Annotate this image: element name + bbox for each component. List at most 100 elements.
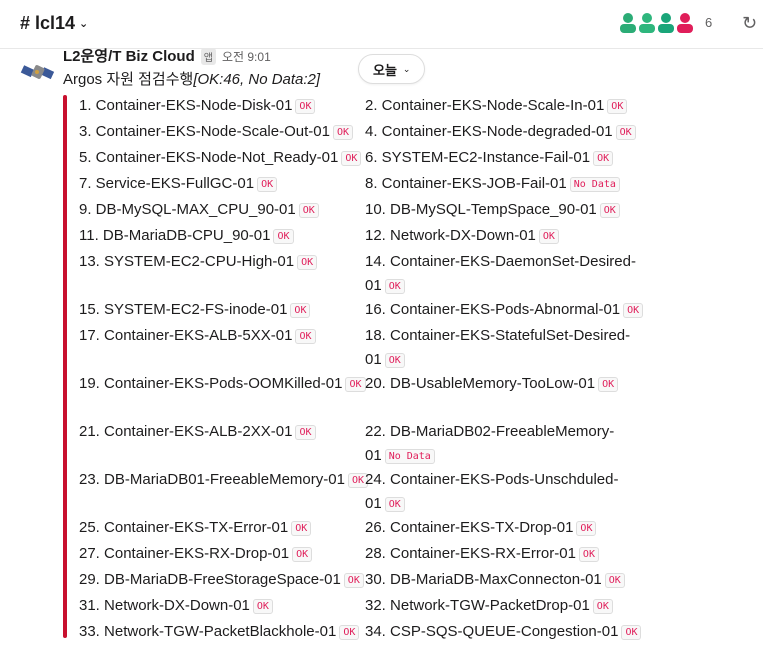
check-label: 10. DB-MySQL-TempSpace_90-01 [365,201,597,218]
check-item: 26. Container-EKS-TX-Drop-01 OK [365,516,655,541]
check-item: 32. Network-TGW-PacketDrop-01 OK [365,594,655,619]
check-label: 9. DB-MySQL-MAX_CPU_90-01 [79,201,296,218]
check-item: 34. CSP-SQS-QUEUE-Congestion-01 OK [365,620,655,645]
check-status-tag: OK [295,425,316,440]
huddle-icon[interactable]: ↻ [742,13,757,34]
check-status-tag: OK [576,521,597,536]
check-label: 29. DB-MariaDB-FreeStorageSpace-01 [79,571,341,588]
check-label: 31. Network-DX-Down-01 [79,597,250,614]
check-status-tag: OK [341,151,362,166]
check-item: 20. DB-UsableMemory-TooLow-01 OK [365,372,655,397]
check-status-tag: OK [343,573,364,588]
check-status-tag: No Data [569,177,620,192]
check-status-tag: OK [607,99,628,114]
check-item: 11. DB-MariaDB-CPU_90-01 OK [79,224,369,249]
check-label: 28. Container-EKS-RX-Error-01 [365,545,576,562]
chevron-down-icon: ⌄ [79,18,89,30]
check-status-tag: No Data [384,449,435,464]
check-label: 8. Container-EKS-JOB-Fail-01 [365,175,567,192]
members-button[interactable]: 6 [617,11,712,33]
check-item: 24. Container-EKS-Pods-Unschduled-01 OK [365,468,655,517]
check-label: 13. SYSTEM-EC2-CPU-High-01 [79,253,295,270]
check-status-tag: OK [593,151,614,166]
channel-header: # lcl14 ⌄ 6 ↻ [0,0,763,49]
check-label: 30. DB-MariaDB-MaxConnecton-01 [365,571,602,588]
check-status-tag: OK [599,203,620,218]
check-label: 12. Network-DX-Down-01 [365,227,536,244]
check-label: 1. Container-EKS-Node-Disk-01 [79,97,293,114]
check-status-tag: OK [273,229,294,244]
check-item: 13. SYSTEM-EC2-CPU-High-01 OK [79,250,369,275]
check-label: 5. Container-EKS-Node-Not_Ready-01 [79,149,339,166]
check-label: 25. Container-EKS-TX-Error-01 [79,519,289,536]
check-label: 33. Network-TGW-PacketBlackhole-01 [79,623,337,640]
check-status-tag: OK [615,125,636,140]
check-item: 6. SYSTEM-EC2-Instance-Fail-01 OK [365,146,655,171]
sender-name[interactable]: L2운영/T Biz Cloud [63,45,195,66]
check-status-tag: OK [538,229,559,244]
message-header: L2운영/T Biz Cloud 앱 오전 9:01 [63,45,271,66]
member-avatar-icon [677,13,693,33]
date-divider-label: 오늘 [373,62,397,78]
check-status-tag: OK [623,303,644,318]
channel-name: # lcl14 [20,13,76,33]
check-label: 34. CSP-SQS-QUEUE-Congestion-01 [365,623,619,640]
check-item: 19. Container-EKS-Pods-OOMKilled-01 OK [79,372,369,397]
attachment-color-bar [63,95,67,638]
check-item: 33. Network-TGW-PacketBlackhole-01 OK [79,620,369,645]
check-label: 14. Container-EKS-DaemonSet-Desired-01 [365,253,636,294]
check-item: 12. Network-DX-Down-01 OK [365,224,655,249]
check-status-tag: OK [292,547,313,562]
check-status-tag: OK [290,303,311,318]
check-item: 21. Container-EKS-ALB-2XX-01 OK [79,420,369,445]
check-item: 7. Service-EKS-FullGC-01 OK [79,172,369,197]
message-title-status: [OK:46, No Data:2] [193,71,321,88]
check-status-tag: OK [592,599,613,614]
check-label: 6. SYSTEM-EC2-Instance-Fail-01 [365,149,591,166]
chevron-down-icon: ⌄ [402,63,411,74]
check-item: 9. DB-MySQL-MAX_CPU_90-01 OK [79,198,369,223]
check-status-tag: OK [345,377,366,392]
message-title-prefix: Argos 자원 점검수행 [63,71,194,88]
check-label: 23. DB-MariaDB01-FreeableMemory-01 [79,471,345,488]
check-status-tag: OK [295,329,316,344]
channel-name-button[interactable]: # lcl14 ⌄ [20,13,88,34]
check-item: 1. Container-EKS-Node-Disk-01 OK [79,94,369,119]
check-item: 15. SYSTEM-EC2-FS-inode-01 OK [79,298,369,323]
check-status-tag: OK [252,599,273,614]
member-count: 6 [705,14,713,30]
check-item: 3. Container-EKS-Node-Scale-Out-01 OK [79,120,369,145]
check-status-tag: OK [295,99,316,114]
check-item: 29. DB-MariaDB-FreeStorageSpace-01 OK [79,568,369,593]
check-label: 27. Container-EKS-RX-Drop-01 [79,545,290,562]
check-item: 4. Container-EKS-Node-degraded-01 OK [365,120,655,145]
check-item: 27. Container-EKS-RX-Drop-01 OK [79,542,369,567]
check-label: 4. Container-EKS-Node-degraded-01 [365,123,613,140]
check-item: 10. DB-MySQL-TempSpace_90-01 OK [365,198,655,223]
check-item: 14. Container-EKS-DaemonSet-Desired-01 OK [365,250,655,299]
date-divider-button[interactable]: 오늘 ⌄ [358,54,426,84]
check-label: 16. Container-EKS-Pods-Abnormal-01 [365,301,621,318]
check-item: 30. DB-MariaDB-MaxConnecton-01 OK [365,568,655,593]
check-status-tag: OK [604,573,625,588]
check-status-tag: OK [298,203,319,218]
check-label: 15. SYSTEM-EC2-FS-inode-01 [79,301,288,318]
check-status-tag: OK [384,279,405,294]
check-label: 18. Container-EKS-StatefulSet-Desired-01 [365,327,631,368]
message-title: Argos 자원 점검수행[OK:46, No Data:2] [63,68,320,89]
check-item: 2. Container-EKS-Node-Scale-In-01 OK [365,94,655,119]
check-label: 32. Network-TGW-PacketDrop-01 [365,597,590,614]
check-status-tag: OK [578,547,599,562]
check-label: 17. Container-EKS-ALB-5XX-01 [79,327,293,344]
check-status-tag: OK [598,377,619,392]
check-status-tag: OK [384,353,405,368]
check-label: 7. Service-EKS-FullGC-01 [79,175,255,192]
check-label: 11. DB-MariaDB-CPU_90-01 [79,227,271,244]
message-time[interactable]: 오전 9:01 [222,48,271,65]
check-status-tag: OK [297,255,318,270]
satellite-app-icon [20,65,55,80]
check-item: 16. Container-EKS-Pods-Abnormal-01 OK [365,298,655,323]
check-status-tag: OK [332,125,353,140]
check-item: 23. DB-MariaDB01-FreeableMemory-01 OK [79,468,369,493]
check-item: 22. DB-MariaDB02-FreeableMemory-01 No Dat… [365,420,655,469]
